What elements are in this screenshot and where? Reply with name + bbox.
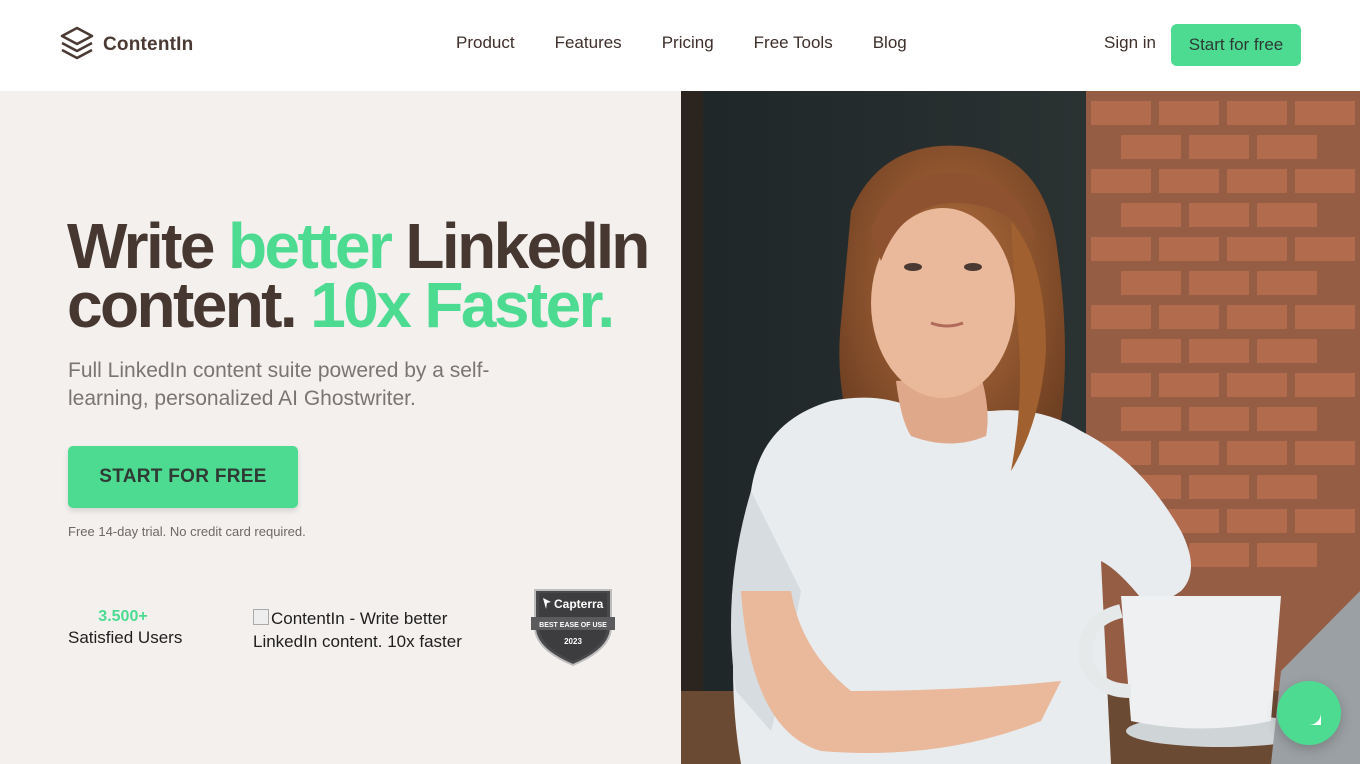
hero-title-part: content. [67,269,311,341]
hero-title: Write better LinkedIn content. 10x Faster… [67,214,650,337]
capterra-year: 2023 [564,637,582,646]
hero-photo [681,91,1360,764]
broken-image-icon [253,609,269,625]
hero-start-for-free-button[interactable]: START FOR FREE [68,446,298,508]
hero-subtitle: Full LinkedIn content suite powered by a… [68,359,490,410]
sign-in-link[interactable]: Sign in [1104,33,1156,53]
chat-bubble-icon [1297,701,1321,725]
site-header: ContentIn Product Features Pricing Free … [0,0,1360,91]
nav-item-product[interactable]: Product [456,33,515,53]
nav-item-free-tools[interactable]: Free Tools [754,33,833,53]
capterra-brand: Capterra [554,597,604,611]
hero-section: Write better LinkedIn content. 10x Faster… [0,91,681,764]
capterra-badge[interactable]: Capterra BEST EASE OF USE 2023 [529,587,617,667]
users-stat: 3.500+ Satisfied Users [68,608,183,648]
nav-item-pricing[interactable]: Pricing [662,33,714,53]
users-label: Satisfied Users [68,628,183,647]
stacked-layers-icon [60,26,94,60]
brand-logo[interactable]: ContentIn [60,25,193,65]
nav-item-features[interactable]: Features [555,33,622,53]
nav-item-blog[interactable]: Blog [873,33,907,53]
brand-name: ContentIn [103,34,194,55]
capterra-award: BEST EASE OF USE [539,622,607,629]
trial-note: Free 14-day trial. No credit card requir… [68,524,306,539]
main-nav: Product Features Pricing Free Tools Blog [456,33,907,53]
hero-title-highlight: 10x Faster. [310,269,615,341]
start-for-free-button[interactable]: Start for free [1171,24,1301,66]
users-count: 3.500+ [98,608,148,625]
chat-widget-button[interactable] [1277,681,1341,745]
woman-at-cafe-image [681,91,1360,764]
broken-image: ContentIn - Write better LinkedIn conten… [253,607,463,647]
broken-image-alt-text: ContentIn - Write better LinkedIn conten… [253,609,462,647]
